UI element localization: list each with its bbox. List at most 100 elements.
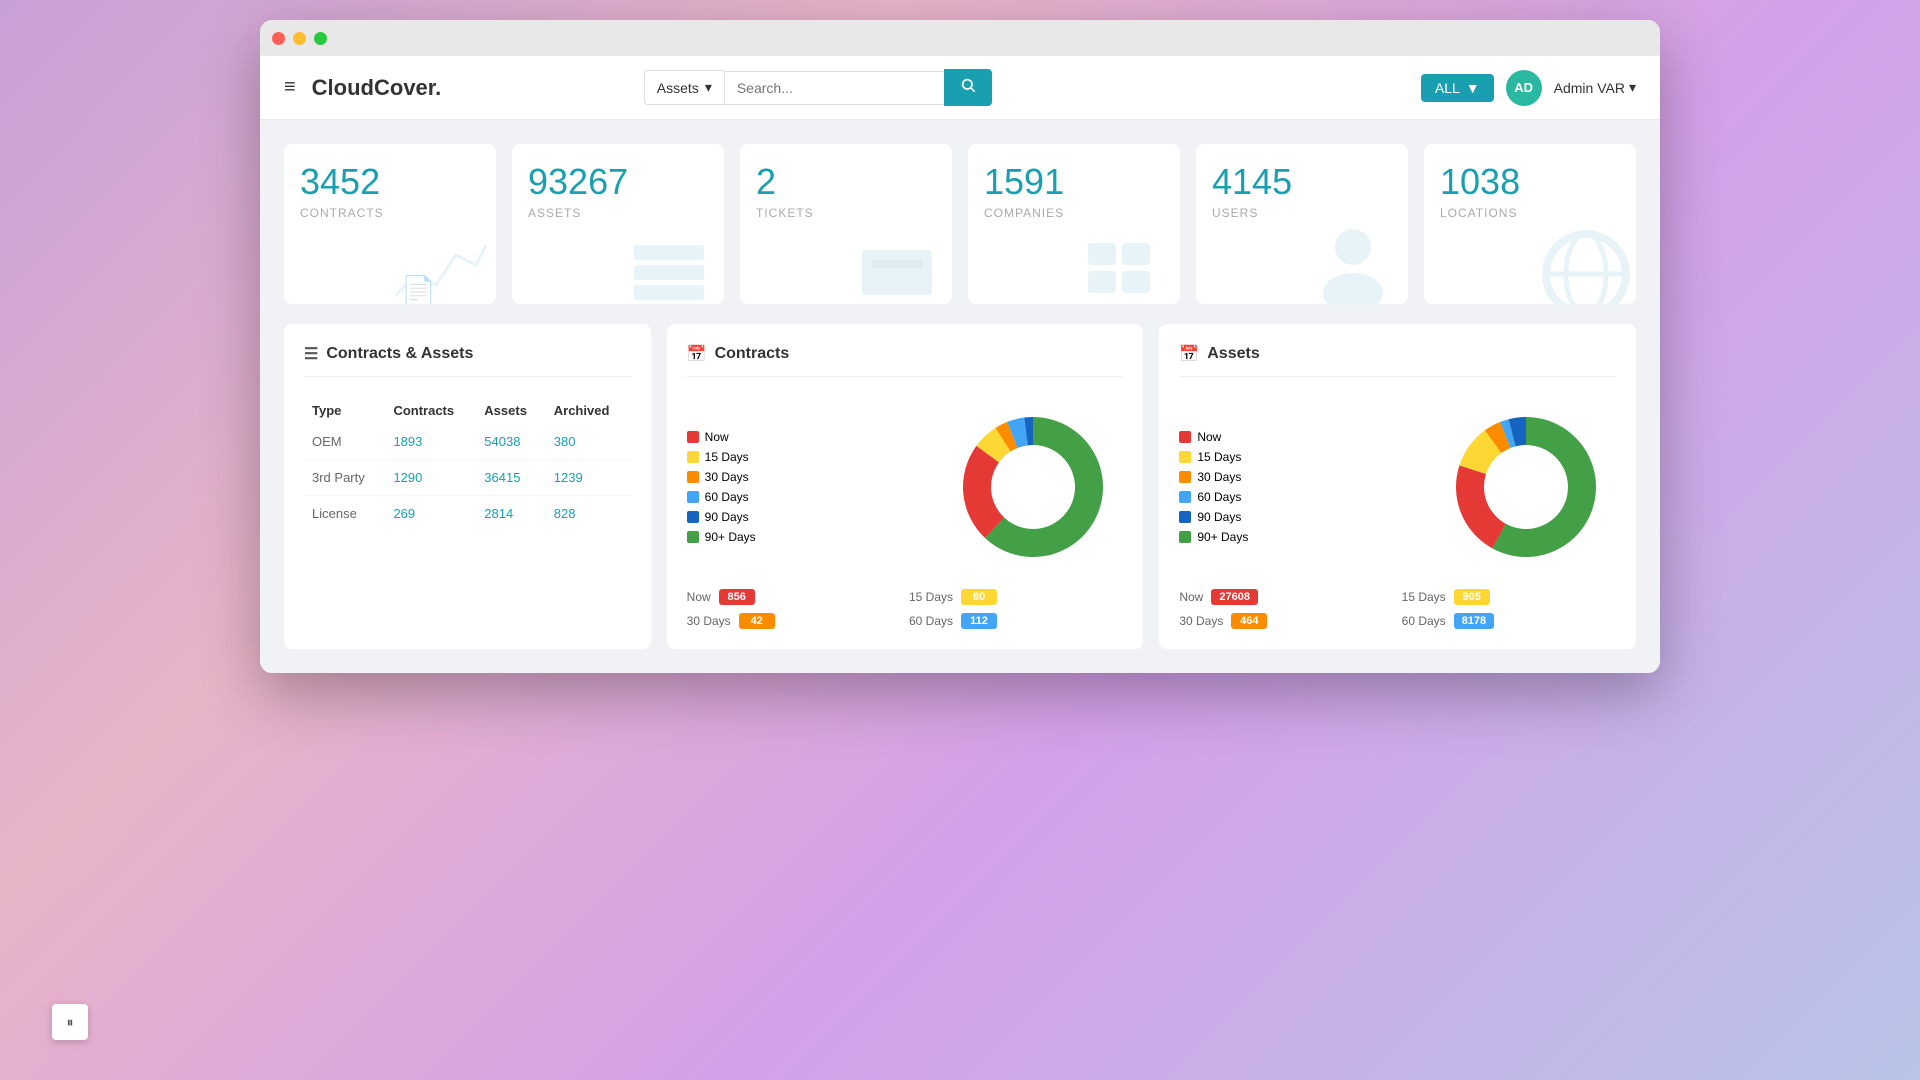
stat-label-2: TICKETS <box>756 206 936 220</box>
legend-item: Now <box>687 430 756 444</box>
pause-button[interactable]: ⏸ <box>52 1004 88 1040</box>
svg-text:📄: 📄 <box>401 274 436 304</box>
user-name-label: Admin VAR <box>1554 80 1625 96</box>
stat-card-assets[interactable]: 93267 ASSETS <box>512 144 724 304</box>
legend-label: 90+ Days <box>705 530 756 544</box>
stat-label-5: LOCATIONS <box>1440 206 1620 220</box>
titlebar <box>260 20 1660 56</box>
stat-bar-item: 60 Days 112 <box>909 613 1123 629</box>
archived-cell: 380 <box>546 424 631 460</box>
user-menu[interactable]: Admin VAR ▾ <box>1554 79 1636 96</box>
stat-badge: 27608 <box>1211 589 1258 605</box>
search-container: Assets ▾ <box>644 69 1064 106</box>
stat-card-users[interactable]: 4145 USERS <box>1196 144 1408 304</box>
search-input[interactable] <box>724 71 944 105</box>
donut-segment <box>1456 465 1506 548</box>
contracts-chart-title: 📅 Contracts <box>687 344 1124 377</box>
legend-item: 15 Days <box>1179 450 1248 464</box>
stat-bar-label: 15 Days <box>909 590 953 604</box>
stat-bg-icon-3 <box>1080 224 1180 304</box>
contracts-assets-table: Type Contracts Assets Archived OEM 1893 … <box>304 397 631 531</box>
stats-row: 3452 CONTRACTS 📄 93267 ASSETS 2 TICKETS … <box>284 144 1636 304</box>
contracts-title-label: Contracts <box>715 345 790 363</box>
type-cell: License <box>304 496 385 532</box>
legend-label: Now <box>705 430 729 444</box>
contracts-stat-bars: Now 856 15 Days 80 30 Days 42 60 Days 11… <box>687 589 1124 629</box>
stat-number-2: 2 <box>756 164 936 200</box>
col-assets: Assets <box>476 397 545 424</box>
stat-card-locations[interactable]: 1038 LOCATIONS <box>1424 144 1636 304</box>
legend-dot <box>1179 471 1191 483</box>
stat-label-0: CONTRACTS <box>300 206 480 220</box>
stat-bar-label: 15 Days <box>1402 590 1446 604</box>
table-row: 3rd Party 1290 36415 1239 <box>304 460 631 496</box>
legend-dot <box>1179 431 1191 443</box>
stat-bg-icon-1 <box>624 224 724 304</box>
stat-bar-label: Now <box>687 590 711 604</box>
legend-dot <box>1179 451 1191 463</box>
legend-dot <box>1179 491 1191 503</box>
legend-label: 90+ Days <box>1197 530 1248 544</box>
table-row: License 269 2814 828 <box>304 496 631 532</box>
stat-bg-icon-2 <box>852 224 952 304</box>
stat-bar-item: 30 Days 464 <box>1179 613 1393 629</box>
search-button[interactable] <box>944 69 992 106</box>
stat-badge: 905 <box>1454 589 1490 605</box>
close-button[interactable] <box>272 32 285 45</box>
legend-label: Now <box>1197 430 1221 444</box>
legend-dot <box>687 511 699 523</box>
stat-card-tickets[interactable]: 2 TICKETS <box>740 144 952 304</box>
avatar-initials: AD <box>1514 80 1533 95</box>
maximize-button[interactable] <box>314 32 327 45</box>
contracts-assets-title: ☰ Contracts & Assets <box>304 344 631 377</box>
stat-bar-label: Now <box>1179 590 1203 604</box>
calendar-icon-contracts: 📅 <box>687 344 707 364</box>
legend-item: 90 Days <box>1179 510 1248 524</box>
all-button-label: ALL <box>1435 80 1460 96</box>
contracts-legend: Now 15 Days 30 Days 60 Days 90 Days 90+ … <box>687 430 756 544</box>
stat-label-3: COMPANIES <box>984 206 1164 220</box>
assets-chart-container: Now 15 Days 30 Days 60 Days 90 Days 90+ … <box>1179 397 1616 577</box>
header-right: ALL ▼ AD Admin VAR ▾ <box>1421 70 1636 106</box>
calendar-icon-assets: 📅 <box>1179 344 1199 364</box>
legend-dot <box>687 491 699 503</box>
legend-label: 60 Days <box>705 490 749 504</box>
legend-label: 60 Days <box>1197 490 1241 504</box>
legend-item: 60 Days <box>1179 490 1248 504</box>
stat-badge: 112 <box>961 613 997 629</box>
stat-number-3: 1591 <box>984 164 1164 200</box>
logo-light: Cloud <box>312 75 374 100</box>
stat-number-1: 93267 <box>528 164 708 200</box>
stat-bar-item: 15 Days 905 <box>1402 589 1616 605</box>
contracts-cell: 269 <box>385 496 476 532</box>
legend-item: 90 Days <box>687 510 756 524</box>
legend-item: 30 Days <box>687 470 756 484</box>
assets-cell: 2814 <box>476 496 545 532</box>
stat-badge: 8178 <box>1454 613 1494 629</box>
all-filter-button[interactable]: ALL ▼ <box>1421 74 1494 102</box>
assets-cell: 54038 <box>476 424 545 460</box>
stat-card-contracts[interactable]: 3452 CONTRACTS 📄 <box>284 144 496 304</box>
minimize-button[interactable] <box>293 32 306 45</box>
col-archived: Archived <box>546 397 631 424</box>
contracts-assets-panel: ☰ Contracts & Assets Type Contracts Asse… <box>284 324 651 649</box>
stat-bar-item: Now 856 <box>687 589 901 605</box>
stat-bar-item: 30 Days 42 <box>687 613 901 629</box>
contracts-donut-chart <box>943 397 1123 577</box>
assets-legend: Now 15 Days 30 Days 60 Days 90 Days 90+ … <box>1179 430 1248 544</box>
search-category-label: Assets <box>657 80 699 96</box>
legend-item: 30 Days <box>1179 470 1248 484</box>
legend-item: 60 Days <box>687 490 756 504</box>
legend-dot <box>687 431 699 443</box>
legend-label: 15 Days <box>1197 450 1241 464</box>
logo-bold: Cover. <box>374 75 441 100</box>
stat-bg-icon-4 <box>1308 224 1408 304</box>
search-category-dropdown[interactable]: Assets ▾ <box>644 70 724 105</box>
stat-card-companies[interactable]: 1591 COMPANIES <box>968 144 1180 304</box>
main-window: ≡ CloudCover. Assets ▾ ALL ▼ AD <box>260 20 1660 673</box>
type-cell: 3rd Party <box>304 460 385 496</box>
menu-icon[interactable]: ≡ <box>284 76 296 99</box>
logo: CloudCover. <box>312 75 442 101</box>
assets-cell: 36415 <box>476 460 545 496</box>
contracts-chart-panel: 📅 Contracts Now 15 Days 30 Days 60 Days … <box>667 324 1144 649</box>
